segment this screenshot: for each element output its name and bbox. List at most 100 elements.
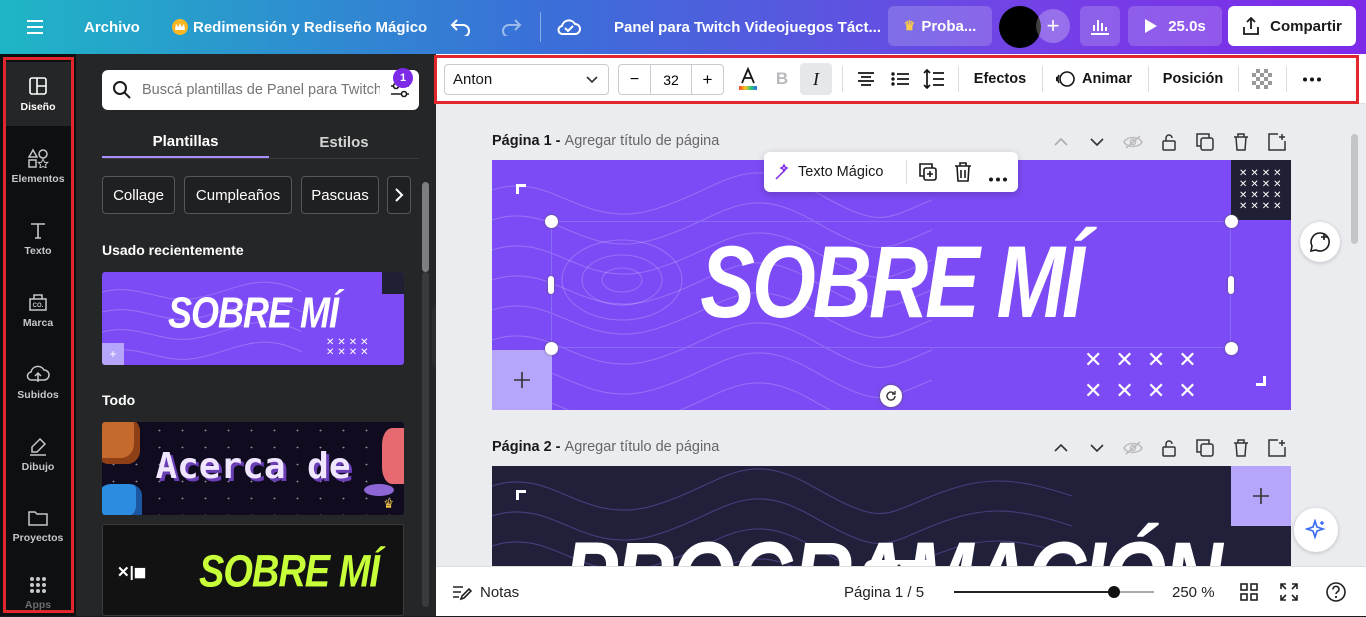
add-element-block[interactable] [1231,466,1291,526]
hide-page-icon[interactable] [1122,437,1144,459]
zoom-slider-thumb[interactable] [1108,586,1120,598]
page-2[interactable]: PROGRAMACIÓN [492,466,1291,566]
recent-template-thumb[interactable]: + SOBRE MÍ ✕✕✕✕ ✕✕✕✕ [102,272,404,365]
context-toolbar: Anton − 32 + B I Efectos Animar Posición [436,54,1366,104]
help-icon[interactable] [1326,567,1346,617]
duplicate-icon[interactable] [918,162,938,187]
cloud-save-icon[interactable] [556,0,582,54]
page-1-title[interactable]: Página 1 - Agregar título de página [492,133,719,149]
effects-button[interactable]: Efectos [966,54,1034,104]
resize-handle[interactable] [545,215,558,228]
delete-page-icon[interactable] [1230,437,1252,459]
page-1[interactable]: ✕✕✕✕ ✕✕✕✕ ✕✕✕✕ ✕✕✕✕ ✕✕✕✕ ✕✕✕✕ SOBRE MÍ [492,160,1291,410]
delete-icon[interactable] [954,162,972,187]
rail-item-draw[interactable]: Dibujo [4,422,72,486]
lock-icon[interactable] [1158,437,1180,459]
menu-icon[interactable] [26,0,44,54]
font-family-value: Anton [453,71,493,88]
add-element-block[interactable] [492,350,552,410]
text-icon [31,222,45,239]
transparency-icon[interactable] [1250,54,1274,104]
list-icon[interactable] [886,54,914,104]
lock-icon[interactable] [1158,131,1180,153]
resize-handle[interactable] [545,342,558,355]
selected-text-box[interactable]: SOBRE MÍ [551,221,1231,348]
page-counter[interactable]: Página 1 / 5 [844,567,924,617]
page-2-title-placeholder[interactable]: Agregar título de página [565,439,720,455]
rail-item-design[interactable]: Diseño [4,62,72,126]
resize-handle[interactable] [1225,215,1238,228]
chevron-up-icon[interactable] [1050,437,1072,459]
share-button[interactable]: Compartir [1228,6,1356,46]
try-pro-label: Proba... [921,17,977,35]
delete-page-icon[interactable] [1230,131,1252,153]
grid-view-icon[interactable] [1240,567,1258,617]
spacing-icon[interactable] [920,54,948,104]
side-handle[interactable] [1228,276,1234,294]
magic-assistant-button[interactable] [1294,508,1338,552]
align-center-icon[interactable] [852,54,880,104]
tab-templates[interactable]: Plantillas [102,126,269,158]
chevron-up-icon[interactable] [1050,131,1072,153]
chip-collage[interactable]: Collage [102,176,175,214]
text-color-button[interactable] [734,54,762,104]
decrease-size-button[interactable]: − [619,65,651,94]
hide-page-icon[interactable] [1122,131,1144,153]
page-1-title-placeholder[interactable]: Agregar título de página [565,133,720,149]
add-page-icon[interactable] [1266,437,1288,459]
chip-easter[interactable]: Pascuas [301,176,379,214]
fullscreen-icon[interactable] [1280,567,1298,617]
chevron-down-icon[interactable] [1086,437,1108,459]
chips-next-button[interactable] [387,176,411,214]
panel-scrollbar[interactable] [422,182,429,272]
rotate-icon [886,391,896,401]
duplicate-page-icon[interactable] [1194,131,1216,153]
more-options-icon[interactable] [988,169,1008,187]
zoom-slider[interactable] [954,586,1154,598]
crown-icon: ♛ [903,18,916,33]
side-handle[interactable] [548,276,554,294]
file-menu[interactable]: Archivo [84,0,140,54]
chevron-down-icon[interactable] [1086,131,1108,153]
italic-button[interactable]: I [800,63,832,95]
chip-birthday[interactable]: Cumpleaños [184,176,292,214]
font-family-select[interactable]: Anton [444,64,609,95]
add-page-icon[interactable] [1266,131,1288,153]
animate-button[interactable]: Animar [1054,54,1134,104]
document-title[interactable]: Panel para Twitch Videojuegos Táct... [614,0,881,54]
rail-item-projects[interactable]: Proyectos [4,494,72,558]
position-button[interactable]: Posición [1156,54,1230,104]
bold-button[interactable]: B [770,54,794,104]
try-pro-button[interactable]: ♛ Proba... [888,6,992,46]
search-input[interactable] [142,82,380,98]
more-options-icon[interactable] [1298,54,1326,104]
page-1-headline[interactable]: SOBRE MÍ [552,224,1230,342]
template-thumb-dark[interactable]: ✕|◼ SOBRE MÍ [102,524,404,616]
redo-icon[interactable] [500,0,522,54]
magic-text-button[interactable]: Texto Mágico [774,152,883,192]
comment-button[interactable] [1300,222,1340,262]
add-collaborator-button[interactable]: + [1036,9,1070,43]
rotate-handle[interactable] [880,385,902,407]
rail-item-apps[interactable]: Apps [4,566,72,616]
notes-button[interactable]: Notas [452,567,519,617]
analytics-icon[interactable] [1080,6,1120,46]
avatar[interactable] [999,6,1041,48]
tab-styles[interactable]: Estilos [269,126,419,158]
search-box[interactable]: 1 [102,68,419,110]
duplicate-page-icon[interactable] [1194,437,1216,459]
rail-item-text[interactable]: Texto [4,206,72,270]
font-size-input[interactable]: 32 [651,65,691,94]
resize-handle[interactable] [1225,342,1238,355]
present-button[interactable]: 25.0s [1128,6,1222,46]
page-2-title[interactable]: Página 2 - Agregar título de página [492,439,719,455]
increase-size-button[interactable]: + [691,65,723,94]
rail-item-brand[interactable]: CO. Marca [4,278,72,342]
undo-icon[interactable] [450,0,472,54]
canvas-scrollbar[interactable] [1351,134,1358,244]
zoom-level[interactable]: 250 % [1172,567,1215,617]
template-thumb-pixel[interactable]: Acerca de ♛ [102,422,404,515]
rail-item-uploads[interactable]: Subidos [4,350,72,414]
magic-resize-button[interactable]: Redimensión y Rediseño Mágico [172,0,427,54]
rail-item-elements[interactable]: Elementos [4,134,72,198]
